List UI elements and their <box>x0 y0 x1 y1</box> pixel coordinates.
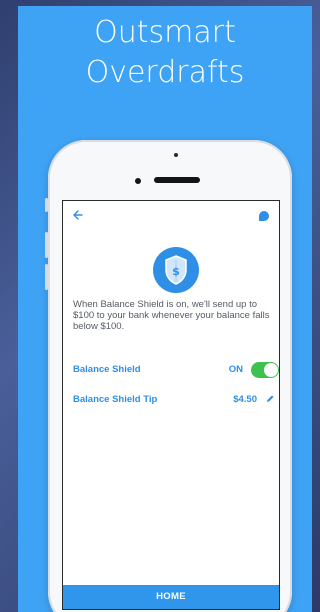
phone-mockup: $ When Balance Shield is on, we'll send … <box>45 140 292 612</box>
phone-volume-down <box>45 264 48 290</box>
balance-shield-tip-label: Balance Shield Tip <box>73 394 158 405</box>
shield-dollar-icon: $ <box>153 247 199 293</box>
svg-text:$: $ <box>172 265 180 278</box>
app-screen: $ When Balance Shield is on, we'll send … <box>62 200 280 610</box>
balance-shield-row: Balance Shield ON <box>73 361 279 379</box>
balance-shield-description: When Balance Shield is on, we'll send up… <box>73 299 270 332</box>
phone-sensor <box>174 153 178 157</box>
headline-line-2: Overdrafts <box>85 55 245 90</box>
phone-mute-switch <box>45 198 48 212</box>
phone-front-camera <box>135 178 141 184</box>
balance-shield-toggle[interactable] <box>251 362 279 378</box>
phone-speaker <box>154 177 200 183</box>
balance-shield-tip-row: Balance Shield Tip $4.50 <box>73 391 279 409</box>
pencil-icon[interactable] <box>265 394 275 407</box>
promo-panel: Outsmart Overdrafts $ When Balance Shiel… <box>18 6 312 612</box>
balance-shield-tip-amount: $4.50 <box>233 394 257 405</box>
balance-shield-label: Balance Shield <box>73 364 141 375</box>
home-tab-button[interactable]: HOME <box>63 585 279 609</box>
chat-bubble-icon[interactable] <box>259 211 269 221</box>
headline-line-1: Outsmart <box>94 15 236 50</box>
back-arrow-icon[interactable] <box>71 209 85 221</box>
phone-volume-up <box>45 232 48 258</box>
app-top-bar <box>63 201 279 229</box>
toggle-knob <box>264 363 278 377</box>
balance-shield-state: ON <box>228 364 243 375</box>
